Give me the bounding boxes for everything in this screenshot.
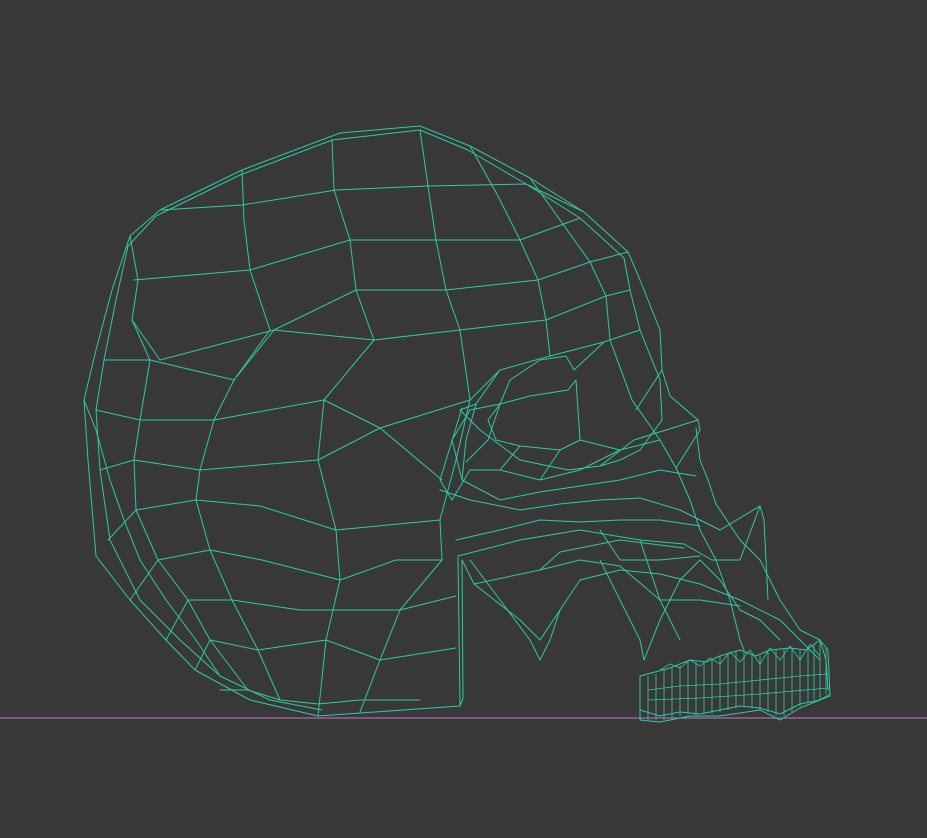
cranium-meridian-2 bbox=[195, 169, 281, 701]
cranium-meridian-1 bbox=[129, 235, 249, 691]
cranium-parallel-4 bbox=[103, 289, 631, 381]
orbit-cross-3 bbox=[451, 403, 621, 481]
cranium-meridian-6 bbox=[529, 177, 611, 341]
skull-wireframe-mesh[interactable] bbox=[83, 125, 831, 723]
cranium-parallel-1 bbox=[159, 183, 585, 213]
eye-orbit-inner bbox=[487, 379, 581, 451]
eye-orbit-rim bbox=[469, 341, 605, 411]
cranium-parallel-7 bbox=[107, 499, 441, 541]
zygomatic-arch bbox=[439, 489, 769, 601]
teeth-outline bbox=[639, 649, 831, 723]
mandible-ramus bbox=[457, 539, 685, 707]
maxilla-face bbox=[599, 559, 781, 661]
maxilla-cross bbox=[539, 529, 741, 641]
maxilla-outline bbox=[457, 505, 761, 561]
cranium-parallel-6 bbox=[99, 427, 443, 481]
viewport-canvas[interactable] bbox=[0, 0, 927, 838]
teeth-crowns bbox=[647, 643, 829, 701]
cranium-meridian-3 bbox=[317, 139, 375, 717]
occipital-lower bbox=[83, 399, 221, 677]
cranium-top-back-inner bbox=[419, 129, 641, 331]
cranium-meridian-4 bbox=[359, 129, 471, 713]
cranium-parallel-8 bbox=[129, 549, 443, 601]
cranium-parallel-9 bbox=[165, 595, 457, 641]
teeth-lower-row bbox=[639, 693, 831, 717]
cranium-parallel-3 bbox=[131, 251, 629, 361]
cranium-parallel-5 bbox=[95, 369, 501, 429]
cranium-outline-outer bbox=[83, 125, 464, 717]
3d-viewport[interactable] bbox=[0, 0, 927, 838]
mandible-body bbox=[473, 569, 821, 661]
